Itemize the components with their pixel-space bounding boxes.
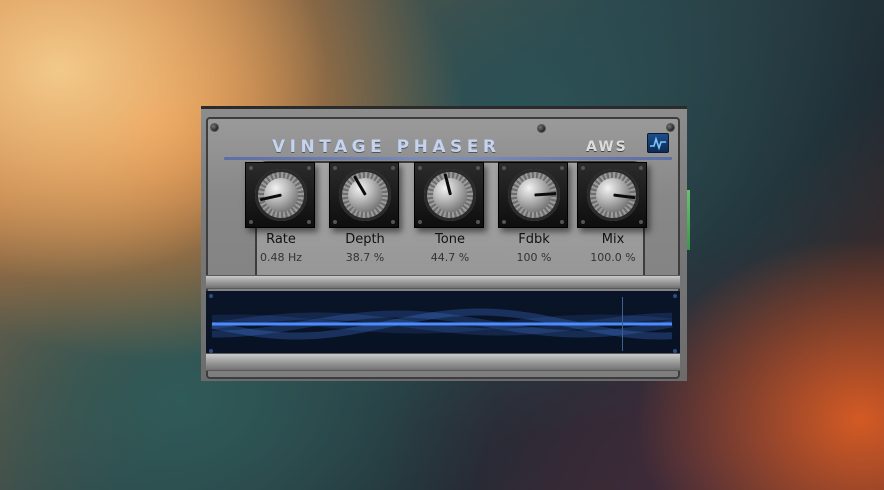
playhead-marker <box>622 297 623 351</box>
metal-bar-bottom <box>206 353 680 371</box>
knob-value: 0.48 Hz <box>259 251 303 264</box>
knob-housing <box>577 162 647 228</box>
title-divider <box>224 157 672 160</box>
phase-waveform <box>211 308 673 340</box>
rotary-knob[interactable] <box>255 169 307 221</box>
knob-label: Fdbk <box>518 232 550 247</box>
rotary-knob[interactable] <box>339 169 391 221</box>
knob-housing <box>498 162 568 228</box>
knob-fdbk[interactable]: Fdbk 100 % <box>498 162 570 272</box>
housing-bolt-icon <box>560 166 564 170</box>
housing-bolt-icon <box>581 166 585 170</box>
knob-value: 38.7 % <box>345 251 385 264</box>
housing-bolt-icon <box>476 166 480 170</box>
housing-bolt-icon <box>476 220 480 224</box>
waveform-logo-icon[interactable] <box>647 133 669 153</box>
knob-tone[interactable]: Tone 44.7 % <box>414 162 486 272</box>
housing-bolt-icon <box>249 166 253 170</box>
housing-bolt-icon <box>502 166 506 170</box>
housing-bolt-icon <box>333 166 337 170</box>
screw-icon <box>538 125 545 132</box>
screw-icon <box>211 124 218 131</box>
knob-housing <box>414 162 484 228</box>
rotary-knob[interactable] <box>424 169 476 221</box>
rotary-knob[interactable] <box>587 169 639 221</box>
housing-bolt-icon <box>502 220 506 224</box>
housing-bolt-icon <box>639 166 643 170</box>
housing-bolt-icon <box>639 220 643 224</box>
knob-label: Mix <box>601 232 625 247</box>
knob-housing <box>245 162 315 228</box>
housing-bolt-icon <box>249 220 253 224</box>
housing-bolt-icon <box>307 166 311 170</box>
housing-bolt-icon <box>418 166 422 170</box>
housing-bolt-icon <box>333 220 337 224</box>
screw-icon <box>667 124 674 131</box>
housing-bolt-icon <box>581 220 585 224</box>
waveform-logo-glyph <box>650 136 666 151</box>
plugin-title: VINTAGE PHASER <box>272 137 501 157</box>
brand-label: AWS <box>586 139 628 155</box>
knob-label: Tone <box>435 232 465 247</box>
knob-depth[interactable]: Depth 38.7 % <box>329 162 401 272</box>
knob-value: 44.7 % <box>430 251 470 264</box>
knob-label: Depth <box>345 232 385 247</box>
knob-rate[interactable]: Rate 0.48 Hz <box>245 162 317 272</box>
phase-scope-display <box>206 291 680 357</box>
metal-bar-top <box>206 275 680 289</box>
housing-bolt-icon <box>391 220 395 224</box>
housing-bolt-icon <box>418 220 422 224</box>
housing-bolt-icon <box>391 166 395 170</box>
knob-mix[interactable]: Mix 100.0 % <box>577 162 649 272</box>
knob-value: 100 % <box>516 251 552 264</box>
side-level-strip <box>687 190 690 250</box>
vintage-phaser-plugin: VINTAGE PHASER AWS Rate 0.48 Hz Depth 38.7 … <box>201 106 687 381</box>
housing-bolt-icon <box>560 220 564 224</box>
knob-value: 100.0 % <box>590 251 636 264</box>
housing-bolt-icon <box>307 220 311 224</box>
rotary-knob[interactable] <box>508 169 560 221</box>
knob-label: Rate <box>266 232 296 247</box>
knob-housing <box>329 162 399 228</box>
